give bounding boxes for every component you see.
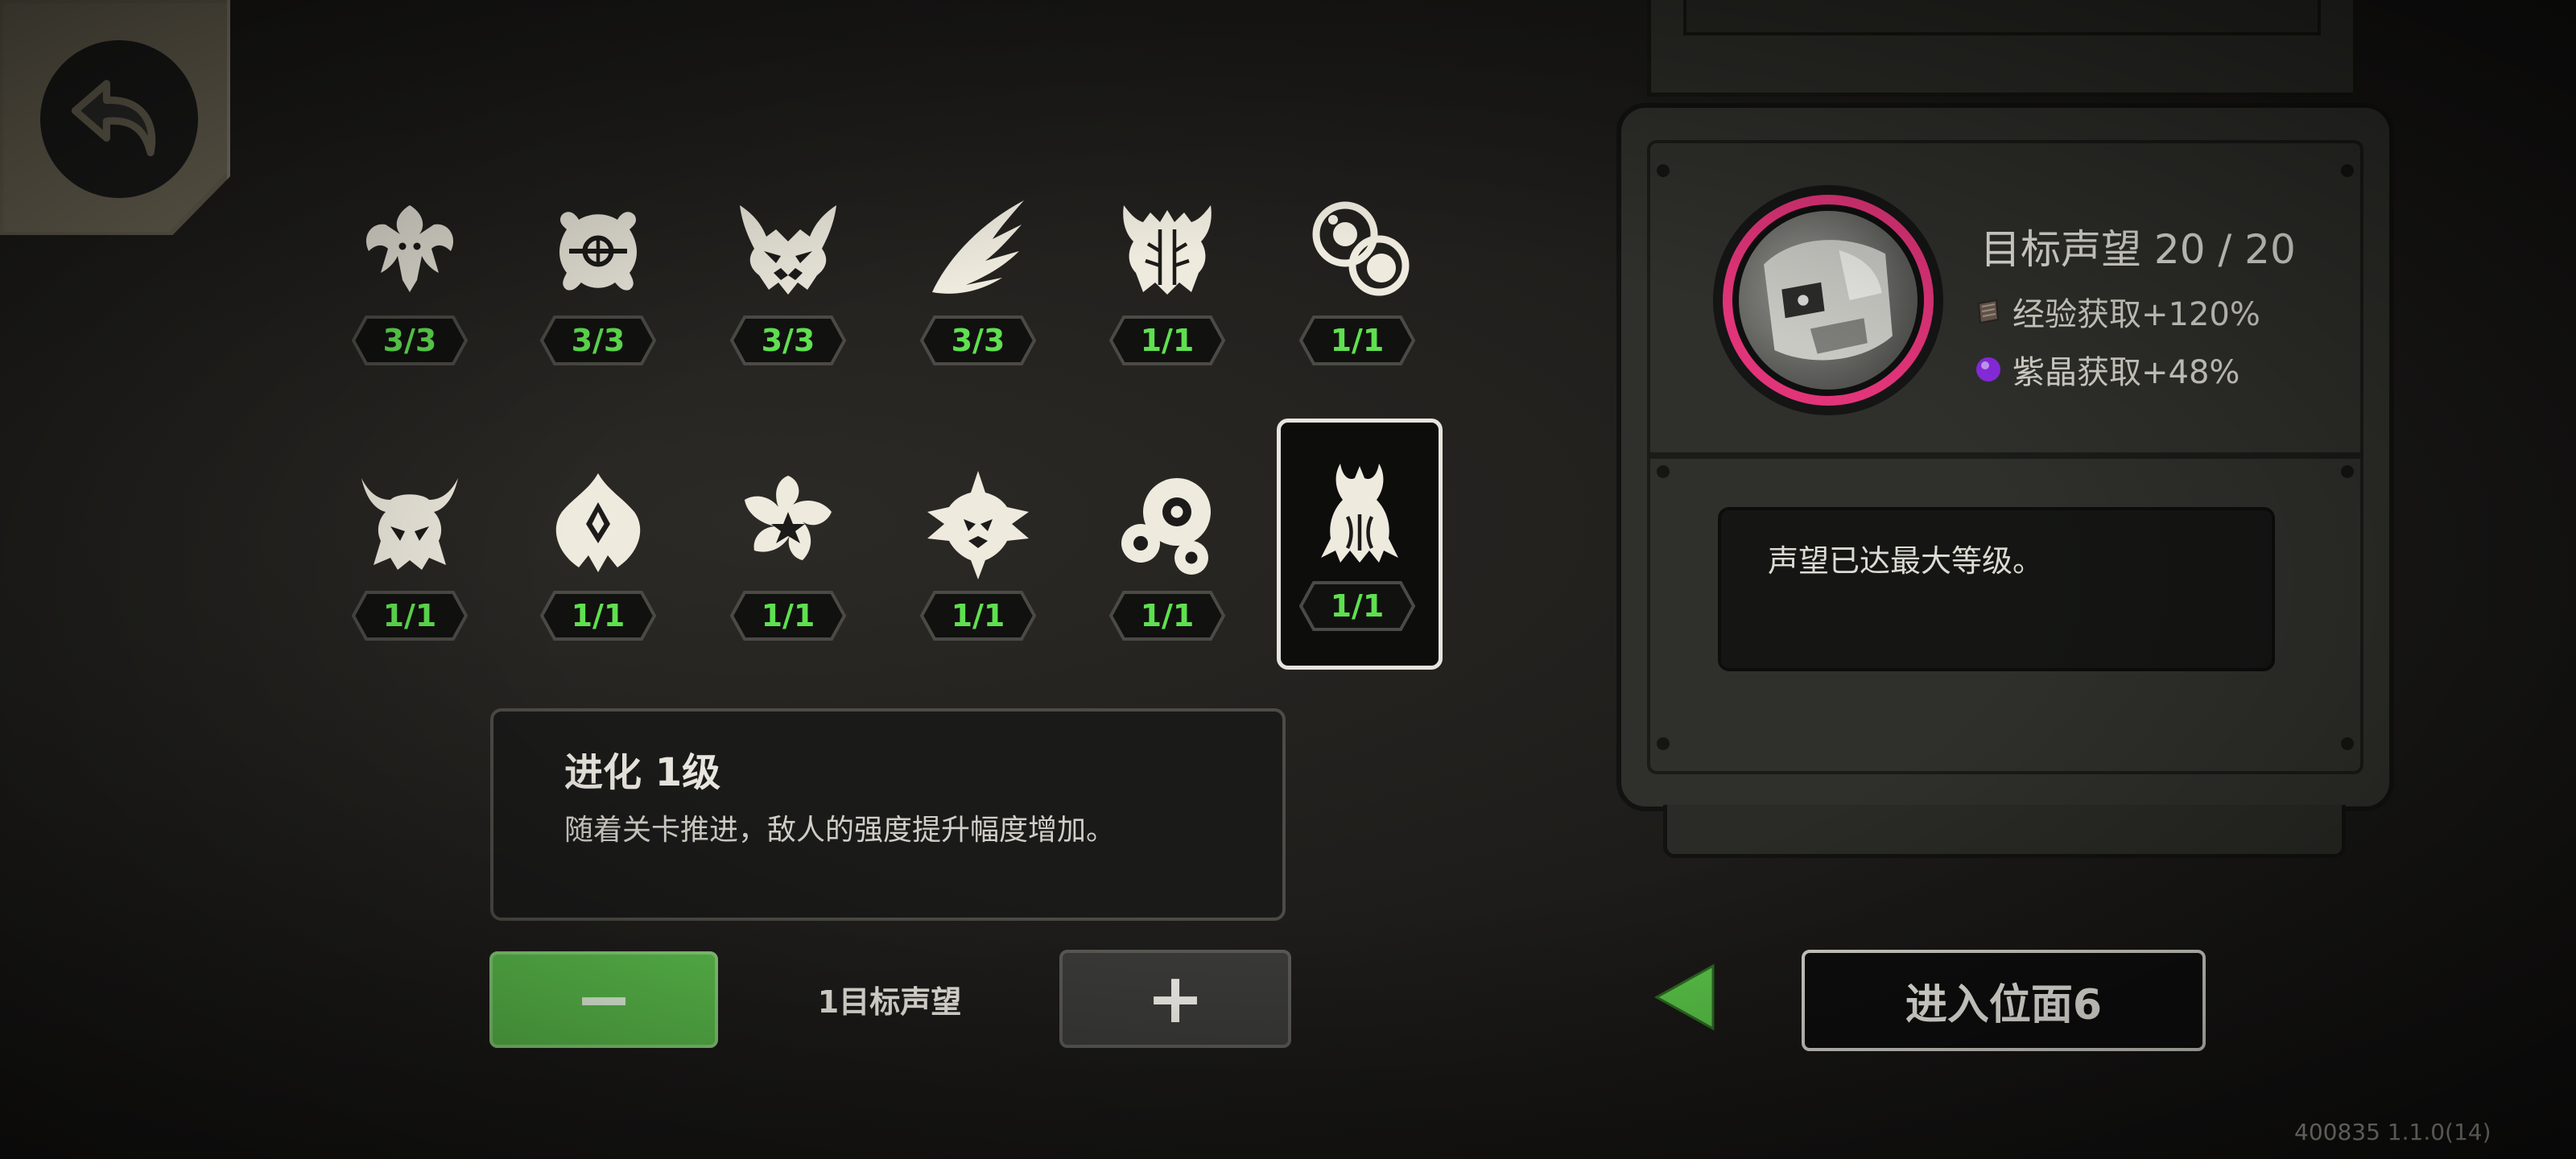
level-badge: 1/1: [1108, 314, 1227, 367]
crosshair-blob-icon: [559, 212, 637, 291]
demon-mask-icon: [740, 205, 836, 295]
decrease-button[interactable]: −: [489, 951, 718, 1048]
upgrade-slot[interactable]: 1/1: [898, 428, 1059, 670]
exp-bonus-row: 经验获取+120%: [1974, 288, 2260, 335]
level-text: 3/3: [571, 323, 625, 358]
level-badge: 1/1: [1108, 589, 1227, 642]
level-text: 1/1: [571, 598, 625, 633]
crystal-bonus-row: 紫晶获取+48%: [1974, 346, 2240, 393]
prestige-info-box: 声望已达最大等级。: [1718, 507, 2275, 671]
level-text: 1/1: [951, 598, 1005, 633]
exp-book-icon: [1977, 299, 2000, 324]
level-text: 1/1: [1330, 323, 1385, 358]
level-text: 3/3: [382, 323, 437, 358]
upgrade-slot[interactable]: 1/1: [1087, 153, 1248, 394]
console-base: [1663, 805, 2346, 858]
level-badge: 3/3: [919, 314, 1038, 367]
level-badge: 1/1: [1298, 314, 1417, 367]
level-badge: 1/1: [539, 589, 658, 642]
level-text: 3/3: [761, 323, 815, 358]
upgrade-slot[interactable]: 3/3: [898, 153, 1059, 394]
enter-plane-button[interactable]: 进入位面6: [1802, 950, 2206, 1051]
level-badge: 3/3: [350, 314, 469, 367]
cell-cluster-icon: [1312, 201, 1410, 296]
eye-cluster-icon: [1121, 478, 1211, 575]
upgrade-slot-selected[interactable]: 1/1: [1277, 419, 1443, 670]
level-text: 1/1: [1140, 323, 1195, 358]
level-badge: 1/1: [1298, 580, 1417, 633]
prestige-console: [1616, 103, 2394, 811]
console-top-frame: [1647, 0, 2357, 97]
spiral-star-icon: [745, 476, 832, 560]
plus-icon: +: [1146, 959, 1205, 1039]
upgrade-slot[interactable]: 1/1: [708, 428, 869, 670]
description-title: 进化 1级: [564, 750, 721, 795]
level-text: 3/3: [951, 323, 1005, 358]
level-badge: 1/1: [919, 589, 1038, 642]
minus-icon: −: [574, 959, 634, 1040]
prestige-avatar: [1713, 185, 1943, 415]
evolution-claw-icon: [1321, 464, 1398, 563]
spiked-star-icon: [927, 471, 1029, 580]
crystal-flame-icon: [555, 473, 641, 572]
description-panel: 进化 1级 随着关卡推进，敌人的强度提升幅度增加。: [490, 708, 1286, 921]
previous-plane-button[interactable]: [1652, 961, 1716, 1033]
back-arrow-icon: [40, 40, 198, 198]
upgrade-slot[interactable]: 1/1: [1087, 428, 1248, 670]
prestige-level: 目标声望 20 / 20: [1980, 226, 2296, 273]
level-text: 1/1: [761, 598, 815, 633]
crystal-bonus-text: 紫晶获取+48%: [2013, 354, 2240, 391]
exp-bonus-text: 经验获取+120%: [2013, 296, 2260, 333]
upgrade-slot[interactable]: 1/1: [1277, 153, 1438, 394]
horned-skull-icon: [361, 478, 458, 570]
level-text: 1/1: [1140, 598, 1195, 633]
upgrade-slot[interactable]: 3/3: [518, 153, 679, 394]
level-badge: 1/1: [729, 589, 848, 642]
upgrade-slot[interactable]: 3/3: [329, 153, 490, 394]
level-text: 1/1: [382, 598, 437, 633]
upgrade-slot[interactable]: 1/1: [329, 428, 490, 670]
level-badge: 1/1: [350, 589, 469, 642]
armored-character-icon: [1739, 211, 1918, 390]
swarm-creature-icon: [365, 205, 454, 292]
game-screen: 3/3 3/3 3/3 3/3 1/1 1/1 1/1 1/1 1/1 1/1 …: [0, 0, 2576, 1159]
back-button[interactable]: [0, 0, 230, 235]
upgrade-slot[interactable]: 3/3: [708, 153, 869, 394]
armored-beast-icon: [1123, 205, 1212, 295]
claw-slash-icon: [932, 200, 1024, 294]
description-body: 随着关卡推进，敌人的强度提升幅度增加。: [564, 814, 1116, 847]
upgrade-slot[interactable]: 1/1: [518, 428, 679, 670]
increase-button[interactable]: +: [1059, 950, 1291, 1048]
version-label: 400835 1.1.0(14): [2294, 1119, 2491, 1145]
level-text: 1/1: [1330, 588, 1385, 624]
level-badge: 3/3: [539, 314, 658, 367]
purple-crystal-icon: [1976, 357, 2000, 382]
level-badge: 3/3: [729, 314, 848, 367]
target-prestige-value: 1目标声望: [817, 984, 962, 1020]
prestige-info-text: 声望已达最大等级。: [1768, 543, 2044, 579]
